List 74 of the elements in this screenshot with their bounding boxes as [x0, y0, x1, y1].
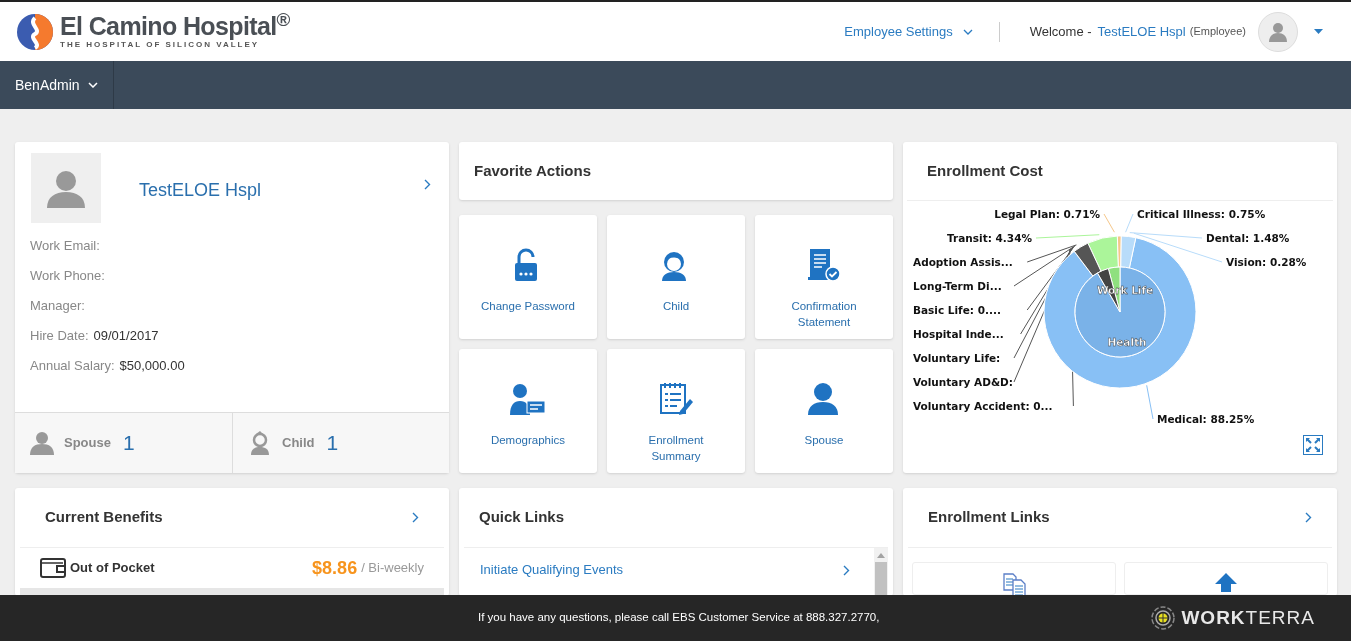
chevron-right-icon [843, 564, 850, 576]
chevron-right-icon[interactable] [1305, 512, 1312, 523]
profile-name[interactable]: TestELOE Hspl [139, 177, 262, 204]
avatar-icon[interactable] [1258, 11, 1298, 52]
logo-icon [16, 11, 54, 52]
benefit-period: / Bi-weekly [361, 559, 424, 578]
dependent-count[interactable]: 1 [326, 427, 339, 459]
slice-label: Dental: 1.48% [1206, 232, 1290, 244]
ring-label: Health [1107, 336, 1147, 348]
field-value: 09/01/2017 [93, 326, 159, 345]
chevron-down-icon [962, 28, 973, 35]
slice-label: Voluntary AD&D: [913, 376, 1013, 388]
slice-label: Critical Illness: 0.75% [1137, 208, 1266, 220]
card-title: Quick Links [479, 507, 565, 528]
favorite-action-tile[interactable]: Confirmation Statement [755, 215, 893, 339]
notepad-icon [658, 381, 694, 417]
scrollbar[interactable] [874, 548, 888, 595]
caret-down-icon[interactable] [1314, 29, 1323, 34]
field-label: Work Email: [30, 236, 100, 255]
benefit-label: Out of Pocket [70, 559, 155, 578]
slice-label: Basic Life: 0.... [913, 304, 1001, 316]
slice-label: Medical: 88.25% [1157, 413, 1255, 425]
field-label: Annual Salary: [30, 356, 115, 375]
field-label: Manager: [30, 296, 85, 315]
slice-label: Transit: 4.34% [947, 232, 1032, 244]
card-title: Enrollment Links [928, 507, 1050, 528]
welcome-text: Welcome - [1029, 22, 1092, 41]
chevron-right-icon[interactable] [424, 179, 431, 190]
logo-name: El Camino Hospital$^{®}$ [60, 14, 290, 39]
favorite-action-tile[interactable]: Demographics [459, 349, 597, 473]
benefit-amount: $8.86 [312, 556, 358, 580]
slice-label: Hospital Inde... [913, 328, 1004, 340]
field-label: Work Phone: [30, 266, 105, 285]
leader-line [1146, 384, 1154, 420]
dependent-label: Child [282, 434, 315, 453]
wallet-icon [40, 558, 66, 578]
enrollment-link-tile[interactable] [912, 562, 1116, 595]
brand-logo-icon [1151, 606, 1176, 630]
profile-photo [31, 153, 101, 223]
certificate-icon [806, 247, 842, 283]
chevron-right-icon[interactable] [412, 512, 419, 523]
leader-line [1103, 213, 1115, 233]
field-value: $50,000.00 [119, 356, 185, 375]
child-icon [248, 431, 272, 455]
footer-message: If you have any questions, please call EBS Customer Service at 888.327.2770, [478, 610, 880, 626]
field-label: Hire Date: [30, 326, 89, 345]
slice-label: Adoption Assis... [913, 256, 1013, 268]
favorite-action-tile[interactable]: Change Password [459, 215, 597, 339]
favorite-action-tile[interactable]: Spouse [755, 349, 893, 473]
quick-link[interactable]: Initiate Qualifying Events [464, 548, 874, 592]
user-name: TestELOE Hspl [1097, 22, 1186, 41]
nav-menu[interactable]: BenAdmin [0, 61, 114, 109]
leader-line [1035, 234, 1100, 239]
id-card-icon [510, 381, 546, 417]
dependent-label: Spouse [64, 434, 111, 453]
chevron-down-icon [87, 82, 98, 88]
slice-label: Voluntary Accident: 0... [913, 400, 1053, 412]
fullscreen-icon[interactable] [1303, 435, 1323, 455]
person-icon [30, 431, 54, 455]
dependent-count[interactable]: 1 [122, 427, 135, 459]
slice-label: Long-Term Di... [913, 280, 1002, 292]
favorite-action-tile[interactable]: Enrollment Summary [607, 349, 745, 473]
slice-label: Voluntary Life: [913, 352, 1001, 364]
logo-tagline: THE HOSPITAL OF SILICON VALLEY [60, 41, 261, 49]
card-title: Enrollment Cost [927, 160, 1043, 181]
card-title: Current Benefits [45, 507, 163, 528]
brand-name: WORKTERRA [1181, 605, 1315, 630]
slice-label: Legal Plan: 0.71% [994, 208, 1100, 220]
slice-label: Vision: 0.28% [1226, 256, 1307, 268]
favorite-action-tile[interactable]: Child [607, 215, 745, 339]
enrollment-link-tile[interactable] [1124, 562, 1328, 595]
employee-settings-menu[interactable]: Employee Settings [844, 21, 999, 42]
card-title: Favorite Actions [474, 160, 591, 181]
user-role: (Employee) [1189, 24, 1246, 40]
